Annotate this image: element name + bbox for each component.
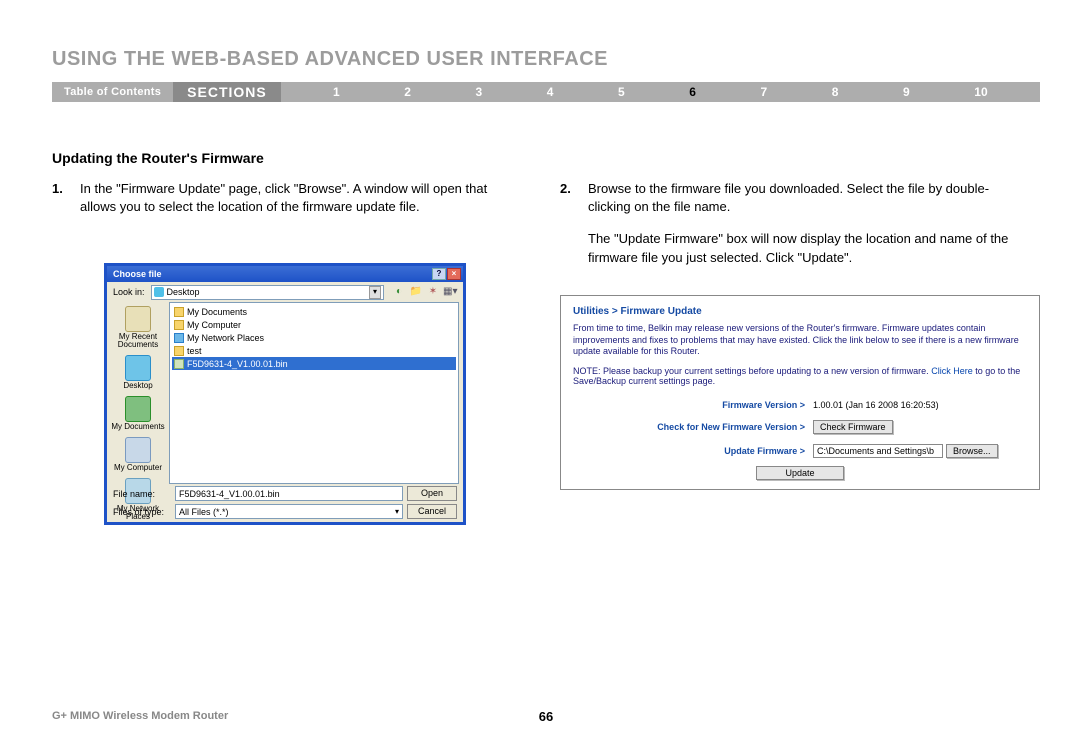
places-desktop[interactable]: Desktop: [109, 355, 167, 390]
nav-numbers: 1 2 3 4 5 6 7 8 9 10: [281, 85, 1040, 99]
page-footer: G+ MIMO Wireless Modem Router 66: [52, 710, 1040, 722]
lookin-value: Desktop: [167, 287, 200, 297]
list-item[interactable]: My Computer: [172, 318, 456, 331]
folder-icon: [174, 307, 184, 317]
step-2-number: 2.: [560, 180, 588, 216]
up-folder-icon[interactable]: 📁: [409, 285, 423, 299]
update-firmware-row: Update Firmware > C:\Documents and Setti…: [573, 444, 1027, 458]
nav-num-4[interactable]: 4: [547, 85, 554, 99]
nav-num-3[interactable]: 3: [476, 85, 483, 99]
help-icon[interactable]: ?: [432, 268, 446, 280]
nav-sections-label: SECTIONS: [173, 82, 281, 102]
filename-input[interactable]: F5D9631-4_V1.00.01.bin: [175, 486, 403, 501]
step-2-paragraph: The "Update Firmware" box will now displ…: [588, 230, 1020, 266]
column-left: 1. In the "Firmware Update" page, click …: [52, 180, 512, 216]
desktop-icon: [154, 287, 164, 297]
update-button[interactable]: Update: [756, 466, 843, 480]
firmware-version-label: Firmware Version >: [573, 400, 813, 410]
dropdown-arrow-icon[interactable]: ▾: [369, 286, 381, 299]
check-firmware-button[interactable]: Check Firmware: [813, 420, 893, 434]
new-folder-icon[interactable]: ✶: [426, 285, 440, 299]
list-item[interactable]: My Documents: [172, 305, 456, 318]
step-1-number: 1.: [52, 180, 80, 216]
step-1-text: In the "Firmware Update" page, click "Br…: [80, 180, 512, 216]
panel-breadcrumb: Utilities > Firmware Update: [573, 306, 1027, 317]
step-1: 1. In the "Firmware Update" page, click …: [52, 180, 512, 216]
page-title: USING THE WEB-BASED ADVANCED USER INTERF…: [52, 48, 608, 71]
firmware-update-panel: Utilities > Firmware Update From time to…: [560, 295, 1040, 490]
footer-product: G+ MIMO Wireless Modem Router: [52, 710, 228, 722]
section-heading: Updating the Router's Firmware: [52, 150, 264, 166]
nav-toc[interactable]: Table of Contents: [52, 86, 173, 98]
choose-file-dialog: Choose file ? × Look in: Desktop ▾ ◐ 📁 ✶…: [104, 263, 466, 525]
sections-nav: Table of Contents SECTIONS 1 2 3 4 5 6 7…: [52, 82, 1040, 102]
firmware-version-value: 1.00.01 (Jan 16 2008 16:20:53): [813, 400, 939, 410]
lookin-combo[interactable]: Desktop ▾: [151, 285, 384, 300]
nav-num-2[interactable]: 2: [404, 85, 411, 99]
cancel-button[interactable]: Cancel: [407, 504, 457, 519]
network-icon: [174, 333, 184, 343]
nav-num-7[interactable]: 7: [761, 85, 768, 99]
open-button[interactable]: Open: [407, 486, 457, 501]
places-sidebar: My Recent Documents Desktop My Documents…: [107, 302, 169, 484]
places-mydocs[interactable]: My Documents: [109, 396, 167, 431]
step-2: 2. Browse to the firmware file you downl…: [560, 180, 1020, 216]
nav-num-8[interactable]: 8: [832, 85, 839, 99]
file-list[interactable]: My Documents My Computer My Network Plac…: [169, 302, 459, 484]
dialog-title-text: Choose file: [113, 269, 162, 279]
close-icon[interactable]: ×: [447, 268, 461, 280]
folder-icon: [174, 346, 184, 356]
nav-num-9[interactable]: 9: [903, 85, 910, 99]
dialog-titlebar: Choose file ? ×: [107, 266, 463, 282]
filetype-combo[interactable]: All Files (*.*)▾: [175, 504, 403, 519]
views-icon[interactable]: ▦▾: [443, 285, 457, 299]
check-firmware-label: Check for New Firmware Version >: [573, 422, 813, 432]
nav-num-6[interactable]: 6: [689, 85, 696, 99]
click-here-link[interactable]: Click Here: [931, 366, 973, 376]
column-right: 2. Browse to the firmware file you downl…: [560, 180, 1020, 267]
firmware-version-row: Firmware Version > 1.00.01 (Jan 16 2008 …: [573, 400, 1027, 410]
list-item[interactable]: My Network Places: [172, 331, 456, 344]
firmware-path-input[interactable]: C:\Documents and Settings\b: [813, 444, 943, 458]
filetype-label: Files of type:: [113, 507, 171, 517]
list-item-selected[interactable]: F5D9631-4_V1.00.01.bin: [172, 357, 456, 370]
dialog-toolbar: Look in: Desktop ▾ ◐ 📁 ✶ ▦▾: [107, 282, 463, 302]
places-mycomputer[interactable]: My Computer: [109, 437, 167, 472]
check-firmware-row: Check for New Firmware Version > Check F…: [573, 420, 1027, 434]
nav-num-1[interactable]: 1: [333, 85, 340, 99]
folder-icon: [174, 320, 184, 330]
update-firmware-label: Update Firmware >: [573, 446, 813, 456]
back-icon[interactable]: ◐: [392, 285, 406, 299]
nav-num-5[interactable]: 5: [618, 85, 625, 99]
places-recent[interactable]: My Recent Documents: [109, 306, 167, 349]
browse-button[interactable]: Browse...: [946, 444, 998, 458]
list-item[interactable]: test: [172, 344, 456, 357]
page-number: 66: [539, 709, 553, 724]
lookin-label: Look in:: [113, 287, 145, 297]
nav-num-10[interactable]: 10: [974, 85, 987, 99]
filename-label: File name:: [113, 489, 171, 499]
file-icon: [174, 359, 184, 369]
step-2-text: Browse to the firmware file you download…: [588, 180, 1020, 216]
panel-description: From time to time, Belkin may release ne…: [573, 323, 1027, 358]
panel-note: NOTE: Please backup your current setting…: [573, 366, 1027, 386]
